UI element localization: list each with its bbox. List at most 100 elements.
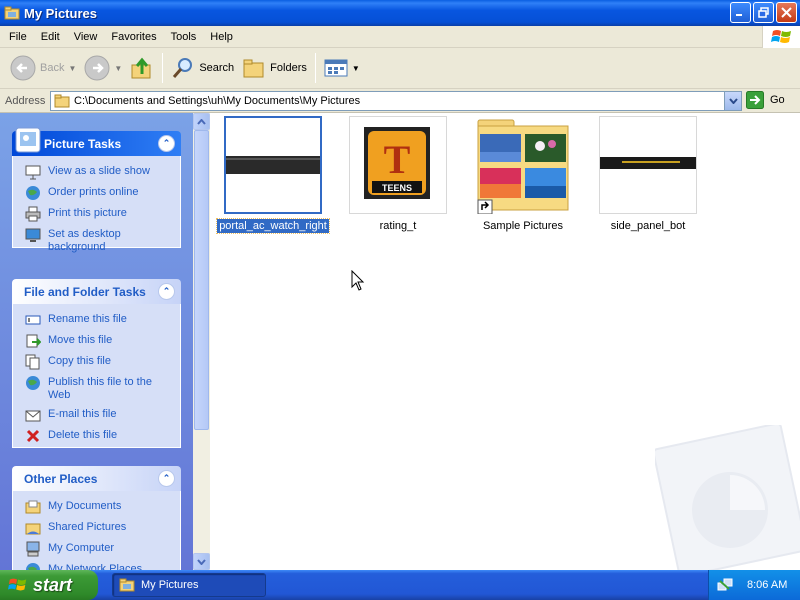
folder-pictures-icon [4,6,20,20]
windows-logo-icon [762,26,800,48]
task-pane-scrollbar[interactable] [193,113,210,570]
task-email-file[interactable]: E-mail this file [25,407,172,423]
address-bar: Address C:\Documents and Settings\uh\My … [0,89,800,113]
window-title: My Pictures [24,5,97,21]
place-my-documents[interactable]: My Documents [25,499,172,515]
menu-edit[interactable]: Edit [34,26,67,48]
file-thumbnail: T TEENS [349,116,447,214]
go-arrow-icon [746,91,764,109]
windows-flag-icon [8,578,27,591]
up-folder-button[interactable] [126,51,158,85]
go-button[interactable]: Go [746,91,785,109]
rename-icon [25,315,41,325]
rating-teen-image: T TEENS [364,127,430,199]
address-input[interactable]: C:\Documents and Settings\uh\My Document… [50,91,742,111]
slideshow-icon [25,165,41,180]
scrollbar-thumb[interactable] [194,130,209,430]
sample-pictures-folder-icon [477,119,569,214]
task-move-file[interactable]: Move this file [25,333,172,349]
menu-tools[interactable]: Tools [164,26,204,48]
task-delete-file[interactable]: Delete this file [25,428,172,444]
delete-icon [26,429,40,443]
taskbar-window-button[interactable]: My Pictures [112,573,266,597]
file-item[interactable]: side_panel_bot [588,116,708,233]
restore-icon [758,7,769,18]
menu-view[interactable]: View [67,26,105,48]
file-thumbnail [599,116,697,214]
file-name: portal_ac_watch_right [216,218,330,234]
file-folder-tasks-panel: File and Folder Tasks ⌃ Rename this file… [12,279,181,448]
scroll-down-button[interactable] [193,553,210,570]
address-dropdown-button[interactable] [724,92,741,110]
svg-text:TEENS: TEENS [382,183,412,193]
place-my-network-places[interactable]: My Network Places [25,562,172,570]
collapse-chevron-icon[interactable]: ⌃ [158,283,175,300]
picture-tasks-icon [15,127,41,153]
task-copy-file[interactable]: Copy this file [25,354,172,370]
search-button[interactable]: Search [167,51,238,85]
chevron-down-icon [728,98,738,104]
task-set-desktop-background[interactable]: Set as desktop background [25,227,172,254]
place-my-computer[interactable]: My Computer [25,541,172,557]
task-view-slideshow[interactable]: View as a slide show [25,164,172,180]
dropdown-arrow-icon: ▼ [351,63,360,73]
dropdown-arrow-icon: ▼ [68,63,77,73]
my-pictures-watermark [655,425,800,570]
back-button[interactable]: Back ▼ [6,51,80,85]
file-name: rating_t [379,220,417,232]
file-folder-tasks-header[interactable]: File and Folder Tasks ⌃ [12,279,181,304]
my-documents-icon [25,500,41,514]
folders-button[interactable]: Folders [238,51,311,85]
network-tray-icon[interactable] [717,577,733,593]
close-button[interactable] [776,2,797,23]
collapse-chevron-icon[interactable]: ⌃ [158,470,175,487]
folder-thumbnail [474,116,572,214]
file-item[interactable]: portal_ac_watch_right [213,116,333,234]
task-print-picture[interactable]: Print this picture [25,206,172,222]
clock[interactable]: 8:06 AM [747,579,787,591]
menu-favorites[interactable]: Favorites [104,26,163,48]
start-button[interactable]: start [0,570,98,600]
title-bar[interactable]: My Pictures [0,0,800,26]
file-view[interactable]: portal_ac_watch_right T TEENS rating_t S… [210,113,800,570]
menu-file[interactable]: File [0,26,34,48]
collapse-chevron-icon[interactable]: ⌃ [158,135,175,152]
folder-item[interactable]: Sample Pictures [463,116,583,233]
search-icon [173,58,193,78]
menu-help[interactable]: Help [203,26,240,48]
svg-text:T: T [384,137,411,182]
chevron-down-icon [197,558,206,565]
close-icon [781,7,792,18]
file-name: side_panel_bot [610,220,686,232]
scroll-up-button[interactable] [193,113,210,130]
views-icon [324,59,348,77]
email-icon [25,410,41,422]
menu-bar: File Edit View Favorites Tools Help [0,26,800,48]
place-shared-pictures[interactable]: Shared Pictures [25,520,172,536]
minimize-button[interactable] [730,2,751,23]
address-label: Address [5,94,46,107]
task-publish-web[interactable]: Publish this file to the Web [25,375,172,402]
back-arrow-icon [10,55,36,81]
globe-icon [26,376,40,390]
picture-tasks-header[interactable]: Picture Tasks ⌃ [12,127,181,156]
task-rename-file[interactable]: Rename this file [25,312,172,328]
printer-icon [25,206,41,222]
picture-tasks-title: Picture Tasks [44,136,122,151]
file-item[interactable]: T TEENS rating_t [338,116,458,233]
maximize-button[interactable] [753,2,774,23]
chevron-up-icon [197,118,206,125]
views-button[interactable]: ▼ [320,51,364,85]
toolbar-divider [162,53,164,83]
other-places-panel: Other Places ⌃ My Documents Shared Pictu… [12,466,181,570]
folder-name: Sample Pictures [482,220,564,232]
globe-icon [26,186,40,200]
other-places-body: My Documents Shared Pictures My Computer… [12,491,181,570]
address-value: C:\Documents and Settings\uh\My Document… [74,95,361,107]
task-order-prints[interactable]: Order prints online [25,185,172,201]
forward-button[interactable]: ▼ [80,51,126,85]
move-icon [26,334,41,348]
mouse-cursor-icon [351,270,365,291]
desktop-background-icon [25,228,41,242]
other-places-header[interactable]: Other Places ⌃ [12,466,181,491]
